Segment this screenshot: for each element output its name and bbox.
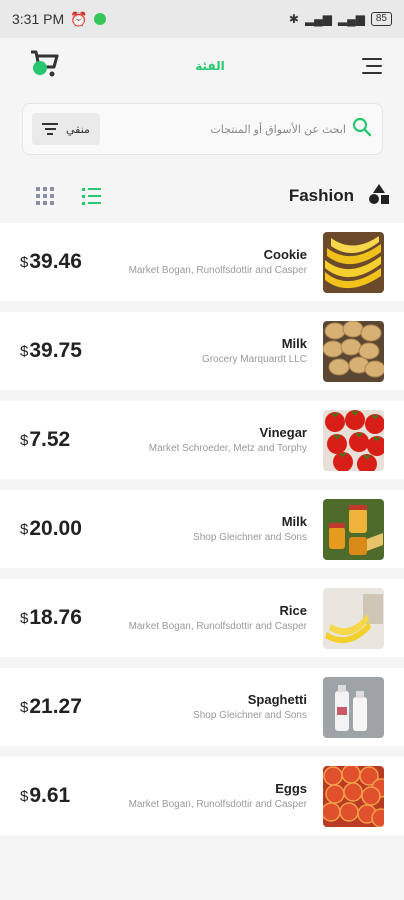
product-name: Vinegar (259, 425, 307, 440)
product-price: $ 39.75 (20, 312, 82, 390)
view-toolbar: Fashion (0, 176, 404, 216)
product-price: $ 18.76 (20, 579, 82, 657)
category-header: Fashion (289, 183, 390, 210)
price-value: 39.75 (29, 339, 82, 362)
whatsapp-icon (93, 13, 106, 25)
currency-symbol: $ (20, 253, 29, 271)
status-time: 3:31 PM (12, 11, 65, 27)
product-info: Milk Shop Gleichner and Sons (193, 514, 307, 543)
product-name: Spaghetti (247, 692, 307, 707)
grid-view-icon[interactable] (36, 187, 54, 205)
category-name: Fashion (288, 186, 354, 205)
product-name: Rice (279, 603, 307, 618)
product-shop: Shop Gleichner and Sons (193, 532, 307, 543)
signal-icon: ▂▄▆ (304, 12, 332, 26)
product-image[interactable] (323, 321, 384, 382)
product-shop: Market Bogan, Runolfsdottir and Casper (128, 621, 307, 632)
price-value: 39.46 (29, 250, 82, 273)
product-image[interactable] (323, 499, 384, 560)
product-price: $ 9.61 (20, 757, 70, 835)
currency-symbol: $ (20, 787, 29, 805)
product-info: Vinegar Market Schroeder, Metz and Torph… (149, 425, 307, 454)
product-row[interactable]: $ 21.27 Spaghetti Shop Gleichner and Son… (0, 668, 404, 746)
product-list: $ 39.46 Cookie Market Bogan, Runolfsdott… (0, 223, 404, 846)
filter-label: منقي (66, 123, 90, 136)
price-value: 18.76 (29, 606, 82, 629)
filter-icon (42, 123, 58, 135)
product-info: Milk Grocery Marquardt LLC (202, 336, 307, 365)
bluetooth-icon: ✱ (288, 12, 299, 26)
product-image[interactable] (323, 588, 384, 649)
signal-icon-2: ▂▄▆ (337, 12, 365, 26)
product-shop: Market Bogan, Runolfsdottir and Casper (128, 799, 307, 810)
search-placeholder: ابحث عن الأسواق أو المنتجات (210, 123, 346, 136)
product-image[interactable] (323, 766, 384, 827)
search-icon (352, 117, 372, 142)
product-name: Milk (281, 514, 307, 529)
product-shop: Shop Gleichner and Sons (193, 710, 307, 721)
page-title: الفئة (195, 59, 225, 73)
product-image[interactable] (323, 677, 384, 738)
price-value: 9.61 (29, 784, 71, 807)
product-info: Spaghetti Shop Gleichner and Sons (193, 692, 307, 721)
product-price: $ 39.46 (20, 223, 82, 301)
currency-symbol: $ (20, 520, 29, 538)
battery-icon: 85 (370, 12, 392, 26)
product-shop: Market Schroeder, Metz and Torphy (148, 443, 307, 454)
status-left: 3:31 PM ⏰ (12, 11, 106, 28)
price-value: 7.52 (29, 428, 71, 451)
search-input[interactable]: ابحث عن الأسواق أو المنتجات (210, 117, 372, 142)
menu-icon[interactable] (360, 58, 382, 74)
price-value: 21.27 (29, 695, 82, 718)
status-bar: 3:31 PM ⏰ ✱ ▂▄▆ ▂▄▆ 85 (0, 0, 404, 38)
view-toggles (36, 187, 101, 205)
product-row[interactable]: $ 39.46 Cookie Market Bogan, Runolfsdott… (0, 223, 404, 301)
list-view-icon[interactable] (82, 187, 101, 205)
product-name: Eggs (275, 781, 307, 796)
product-price: $ 7.52 (20, 401, 70, 479)
product-info: Rice Market Bogan, Runolfsdottir and Cas… (129, 603, 307, 632)
product-info: Eggs Market Bogan, Runolfsdottir and Cas… (129, 781, 307, 810)
product-name: Cookie (263, 247, 307, 262)
product-info: Cookie Market Bogan, Runolfsdottir and C… (129, 247, 307, 276)
currency-symbol: $ (20, 431, 29, 449)
product-image[interactable] (323, 232, 384, 293)
search-bar: منقي ابحث عن الأسواق أو المنتجات (22, 103, 383, 155)
price-value: 20.00 (29, 517, 82, 540)
product-row[interactable]: $ 18.76 Rice Market Bogan, Runolfsdottir… (0, 579, 404, 657)
app-bar: الفئة (0, 38, 404, 94)
currency-symbol: $ (20, 609, 29, 627)
shapes-icon (368, 183, 390, 210)
product-row[interactable]: $ 20.00 Milk Shop Gleichner and Sons (0, 490, 404, 568)
filter-button[interactable]: منقي (32, 113, 100, 145)
product-row[interactable]: $ 9.61 Eggs Market Bogan, Runolfsdottir … (0, 757, 404, 835)
product-price: $ 20.00 (20, 490, 82, 568)
currency-symbol: $ (20, 698, 29, 716)
currency-symbol: $ (20, 342, 29, 360)
product-shop: Grocery Marquardt LLC (201, 354, 307, 365)
product-price: $ 21.27 (20, 668, 82, 746)
product-image[interactable] (323, 410, 384, 471)
alarm-icon: ⏰ (70, 10, 88, 27)
product-row[interactable]: $ 39.75 Milk Grocery Marquardt LLC (0, 312, 404, 390)
product-shop: Market Bogan, Runolfsdottir and Casper (128, 265, 307, 276)
status-right: ✱ ▂▄▆ ▂▄▆ 85 (289, 12, 392, 26)
product-row[interactable]: $ 7.52 Vinegar Market Schroeder, Metz an… (0, 401, 404, 479)
cart-logo-icon[interactable] (30, 50, 60, 83)
product-name: Milk (281, 336, 307, 351)
